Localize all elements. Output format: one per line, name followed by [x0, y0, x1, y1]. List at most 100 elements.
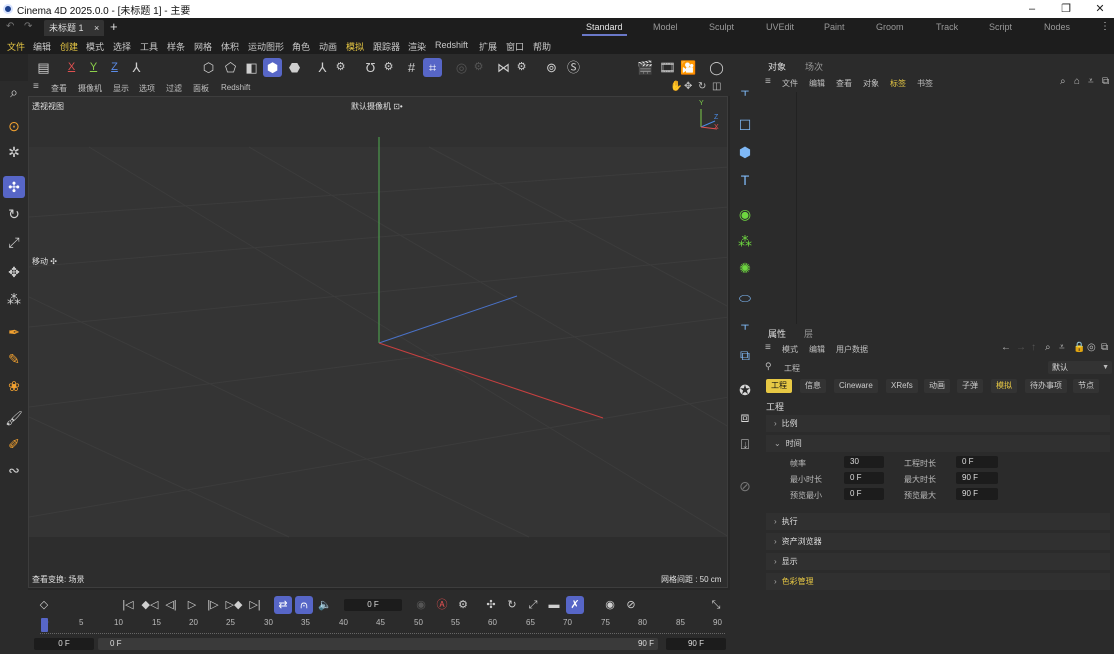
- search-icon[interactable]: ⌕: [1045, 342, 1051, 353]
- deformer-icon[interactable]: ✺: [734, 257, 756, 279]
- render-picture-viewer-icon[interactable]: 🎞: [658, 58, 677, 77]
- spline-sketch-icon[interactable]: ✎: [3, 348, 25, 370]
- section-color-management[interactable]: › 色彩管理: [766, 573, 1110, 590]
- viewport-menu-filter[interactable]: 过滤: [166, 83, 182, 94]
- brush-tool-icon[interactable]: 🖌: [3, 407, 25, 429]
- symmetry-settings-icon[interactable]: ⚙: [512, 58, 531, 77]
- close-button[interactable]: ✕: [1082, 0, 1114, 18]
- object-menu-file[interactable]: 文件: [782, 78, 798, 89]
- redshift-render-view-icon[interactable]: ◯: [707, 58, 726, 77]
- spline-pen-icon[interactable]: ✒: [3, 321, 25, 343]
- section-time[interactable]: ⌄ 时间: [766, 435, 1110, 452]
- key-scale-icon[interactable]: ⤢: [524, 596, 542, 614]
- axis-mode-icon[interactable]: ⅄: [313, 58, 332, 77]
- attribute-menu-edit[interactable]: 编辑: [809, 344, 825, 355]
- subtab-todo[interactable]: 待办事项: [1025, 379, 1067, 393]
- layout-track[interactable]: Track: [936, 22, 958, 32]
- tab-takes[interactable]: 场次: [805, 60, 823, 73]
- attribute-menu-mode[interactable]: 模式: [782, 344, 798, 355]
- subtab-animation[interactable]: 动画: [924, 379, 950, 393]
- menu-volume[interactable]: 体积: [221, 40, 239, 53]
- object-menu-objects[interactable]: 对象: [863, 78, 879, 89]
- viewport-menu-icon[interactable]: ≡: [33, 81, 39, 92]
- scene-icon[interactable]: ⫟: [734, 314, 756, 336]
- subtab-cineware[interactable]: Cineware: [834, 379, 878, 393]
- max-time-field[interactable]: 90 F: [956, 472, 998, 484]
- menu-file[interactable]: 文件: [7, 40, 25, 53]
- tab-objects[interactable]: 对象: [768, 60, 786, 73]
- edges-mode-icon[interactable]: ⬠: [221, 58, 240, 77]
- project-time-field[interactable]: 0 F: [956, 456, 998, 468]
- subtab-project[interactable]: 工程: [766, 379, 792, 393]
- layout-script[interactable]: Script: [989, 22, 1012, 32]
- tab-layers[interactable]: 层: [804, 327, 813, 340]
- end-frame-field[interactable]: 90 F: [666, 638, 726, 650]
- rotate-tool-icon[interactable]: ↻: [3, 203, 25, 225]
- generator-icon[interactable]: ◉: [734, 203, 756, 225]
- undo-icon[interactable]: ↶: [6, 21, 14, 32]
- light-icon[interactable]: ⍗: [734, 433, 756, 455]
- menu-mesh[interactable]: 网格: [194, 40, 212, 53]
- sound-icon[interactable]: 🔈: [316, 596, 334, 614]
- field-icon[interactable]: ⬭: [734, 287, 756, 309]
- tweak-tool-icon[interactable]: ⁂: [3, 288, 25, 310]
- keyframe-settings-icon[interactable]: ⚙: [454, 596, 472, 614]
- menu-mograph[interactable]: 运动图形: [248, 40, 284, 53]
- viewport-menu-cameras[interactable]: 摄像机: [78, 83, 102, 94]
- motion-record-icon[interactable]: ◉: [601, 596, 619, 614]
- object-menu-edit[interactable]: 编辑: [809, 78, 825, 89]
- layout-groom[interactable]: Groom: [876, 22, 904, 32]
- section-scale[interactable]: › 比例: [766, 415, 1110, 432]
- current-frame-field[interactable]: 0 F: [344, 599, 402, 611]
- menu-extensions[interactable]: 扩展: [479, 40, 497, 53]
- timeline-expand-icon[interactable]: ⤡: [707, 596, 725, 614]
- object-menu-view[interactable]: 查看: [836, 78, 852, 89]
- menu-help[interactable]: 帮助: [533, 40, 551, 53]
- environment-icon[interactable]: ⧉: [734, 344, 756, 366]
- symmetry-icon[interactable]: ⋈: [494, 58, 513, 77]
- key-point-level-button[interactable]: ✗: [566, 596, 584, 614]
- attribute-menu-icon[interactable]: ≡: [765, 342, 771, 353]
- new-tab-button[interactable]: +: [110, 19, 118, 34]
- text-icon[interactable]: T: [734, 169, 756, 191]
- up-arrow-icon[interactable]: ↑: [1031, 342, 1036, 353]
- layout-nodes[interactable]: Nodes: [1044, 22, 1070, 32]
- selection-options-icon[interactable]: ✲: [3, 141, 25, 163]
- render-view-icon[interactable]: 🎬: [636, 58, 655, 77]
- maximize-button[interactable]: ❐: [1048, 0, 1084, 18]
- grid-snap-icon[interactable]: #: [402, 58, 421, 77]
- menu-spline[interactable]: 样条: [167, 40, 185, 53]
- active-camera-label[interactable]: 默认摄像机 ⊡•: [351, 101, 403, 112]
- render-settings-icon[interactable]: 🎦: [679, 58, 698, 77]
- script-icon[interactable]: Ⓢ: [564, 58, 583, 77]
- transform-tool-icon[interactable]: ✥: [3, 261, 25, 283]
- autokey-icon[interactable]: Ⓐ: [433, 596, 451, 614]
- viewport-menu-panel[interactable]: 面板: [193, 83, 209, 94]
- menu-create[interactable]: 创建: [60, 40, 78, 53]
- layout-uvedit[interactable]: UVEdit: [766, 22, 794, 32]
- move-tool-button[interactable]: ✣: [3, 176, 25, 198]
- close-tab-icon[interactable]: ×: [94, 23, 99, 33]
- go-to-start-icon[interactable]: |◁: [119, 596, 137, 614]
- menu-select[interactable]: 选择: [113, 40, 131, 53]
- menu-animation[interactable]: 动画: [319, 40, 337, 53]
- pan-view-icon[interactable]: ✋: [670, 81, 682, 92]
- next-key-icon[interactable]: ▷◆: [225, 596, 243, 614]
- tab-attributes[interactable]: 属性: [768, 327, 786, 340]
- lock-icon[interactable]: 🔒: [1073, 342, 1085, 353]
- section-execute[interactable]: › 执行: [766, 513, 1110, 530]
- previous-key-icon[interactable]: ◆◁: [141, 596, 159, 614]
- playhead[interactable]: [41, 618, 48, 632]
- layout-paint[interactable]: Paint: [824, 22, 845, 32]
- dolly-view-icon[interactable]: ✥: [684, 81, 692, 92]
- sketch-tool-icon[interactable]: ∾: [3, 459, 25, 481]
- viewport-menu-options[interactable]: 选项: [139, 83, 155, 94]
- lock-y-axis-button[interactable]: Y: [84, 58, 103, 77]
- attribute-menu-userdata[interactable]: 用户数据: [836, 344, 868, 355]
- section-display[interactable]: › 显示: [766, 553, 1110, 570]
- menu-window[interactable]: 窗口: [506, 40, 524, 53]
- viewport-solo-icon[interactable]: ⊚: [542, 58, 561, 77]
- preview-range-slider[interactable]: 0 F 90 F: [98, 638, 658, 650]
- home-icon[interactable]: ⌂: [1074, 76, 1080, 87]
- key-position-icon[interactable]: ✣: [482, 596, 500, 614]
